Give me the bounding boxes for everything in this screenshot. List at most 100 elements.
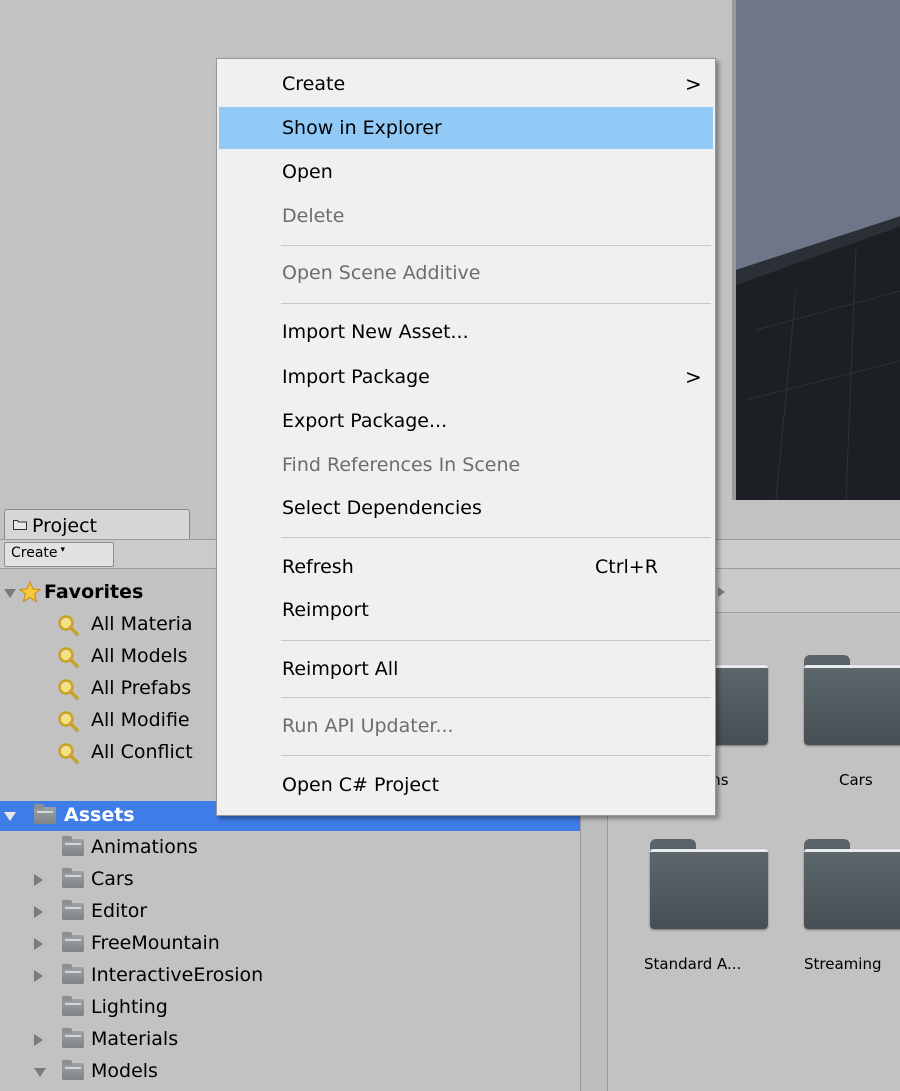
folder-icon: [62, 996, 84, 1016]
tree-item-editor[interactable]: Editor: [0, 897, 580, 927]
tree-item-label: All Conflict: [91, 741, 193, 763]
menu-item-label: Delete: [282, 205, 345, 227]
menu-item-reimport-all[interactable]: Reimport All: [219, 648, 713, 690]
tree-item-animations[interactable]: Animations: [0, 833, 580, 863]
context-menu: Create > Show in Explorer Open Delete Op…: [216, 58, 716, 816]
expand-arrow-icon[interactable]: [34, 970, 43, 982]
menu-item-label: Create: [282, 73, 346, 95]
menu-item-label: Open: [282, 161, 333, 183]
grid-folder-standard-assets[interactable]: [650, 839, 768, 929]
menu-item-find-references-in-scene: Find References In Scene: [219, 444, 713, 486]
collapse-arrow-icon[interactable]: [4, 589, 16, 598]
grid-folder-streaming[interactable]: [804, 839, 900, 929]
tree-item-models[interactable]: Models: [0, 1057, 580, 1087]
tree-item-freemountain[interactable]: FreeMountain: [0, 929, 580, 959]
folder-icon: [62, 932, 84, 952]
menu-item-refresh[interactable]: Refresh Ctrl+R: [219, 546, 713, 588]
menu-item-label: Export Package...: [282, 410, 448, 432]
menu-item-import-package[interactable]: Import Package >: [219, 356, 713, 398]
tree-item-cars[interactable]: Cars: [0, 865, 580, 895]
menu-item-label: Run API Updater...: [282, 715, 454, 737]
create-button[interactable]: Create ▾: [4, 542, 114, 567]
menu-item-open-csharp-project[interactable]: Open C# Project: [219, 764, 713, 806]
menu-item-label: Refresh: [282, 556, 354, 578]
folder-icon: [13, 520, 27, 530]
menu-separator: [281, 697, 711, 698]
expand-arrow-icon[interactable]: [34, 906, 43, 918]
menu-separator: [281, 755, 711, 756]
tree-item-label: Assets: [64, 804, 135, 826]
tree-item-label: FreeMountain: [91, 932, 220, 954]
search-icon: [58, 743, 79, 764]
menu-item-open-scene-additive: Open Scene Additive: [219, 252, 713, 294]
collapse-arrow-icon[interactable]: [34, 1068, 46, 1077]
menu-item-label: Select Dependencies: [282, 497, 482, 519]
tree-item-label: Cars: [91, 868, 134, 890]
tree-item-label: Lighting: [91, 996, 168, 1018]
menu-item-run-api-updater: Run API Updater...: [219, 705, 713, 747]
tab-project-label: Project: [32, 515, 98, 537]
create-button-label: Create: [11, 545, 58, 561]
folder-icon: [62, 1028, 84, 1048]
star-icon: [18, 580, 42, 603]
expand-arrow-icon[interactable]: [34, 938, 43, 950]
expand-arrow-icon[interactable]: [34, 1034, 43, 1046]
menu-item-label: Open Scene Additive: [282, 262, 481, 284]
tree-item-lighting[interactable]: Lighting: [0, 993, 580, 1023]
scene-view[interactable]: [732, 0, 900, 500]
menu-item-label: Reimport: [282, 599, 369, 621]
menu-item-export-package[interactable]: Export Package...: [219, 400, 713, 442]
tree-item-label: Favorites: [44, 581, 144, 603]
menu-item-import-new-asset[interactable]: Import New Asset...: [219, 311, 713, 353]
menu-item-label: Show in Explorer: [282, 117, 442, 139]
tree-item-label: All Prefabs: [91, 677, 192, 699]
tree-item-materials[interactable]: Materials: [0, 1025, 580, 1055]
search-icon: [58, 711, 79, 732]
folder-icon: [62, 1060, 84, 1080]
tree-item-label: Animations: [91, 836, 198, 858]
search-icon: [58, 647, 79, 668]
grid-folder-label: Cars: [839, 771, 873, 789]
grid-folder-cars[interactable]: [804, 655, 900, 745]
folder-icon: [62, 868, 84, 888]
menu-item-label: Import New Asset...: [282, 321, 469, 343]
search-icon: [58, 679, 79, 700]
tree-item-label: All Models: [91, 645, 188, 667]
menu-separator: [281, 537, 711, 538]
menu-item-delete: Delete: [219, 195, 713, 237]
expand-arrow-icon[interactable]: [34, 874, 43, 886]
menu-item-select-dependencies[interactable]: Select Dependencies: [219, 487, 713, 529]
collapse-arrow-icon[interactable]: [4, 812, 16, 821]
tree-item-interactiveerosion[interactable]: InteractiveErosion: [0, 961, 580, 991]
grid-folder-label: Streaming: [804, 955, 882, 973]
folder-icon: [34, 804, 56, 824]
tree-item-label: Models: [91, 1060, 158, 1082]
menu-item-label: Import Package: [282, 366, 430, 388]
submenu-arrow-icon: >: [685, 365, 702, 389]
submenu-arrow-icon: >: [685, 72, 702, 96]
search-icon: [58, 615, 79, 636]
menu-item-reimport[interactable]: Reimport: [219, 589, 713, 631]
grid-folder-label: Standard A...: [644, 955, 742, 973]
menu-separator: [281, 303, 711, 304]
menu-item-label: Open C# Project: [282, 774, 440, 796]
menu-item-label: Reimport All: [282, 658, 399, 680]
menu-item-label: Find References In Scene: [282, 454, 521, 476]
folder-icon: [62, 964, 84, 984]
tree-item-label: All Materia: [91, 613, 193, 635]
menu-item-show-in-explorer[interactable]: Show in Explorer: [219, 107, 713, 149]
tree-item-label: Materials: [91, 1028, 179, 1050]
tree-item-label: InteractiveErosion: [91, 964, 264, 986]
menu-item-create[interactable]: Create >: [219, 63, 713, 105]
menu-separator: [281, 640, 711, 641]
folder-icon: [62, 836, 84, 856]
menu-item-shortcut: Ctrl+R: [595, 556, 658, 578]
menu-item-open[interactable]: Open: [219, 151, 713, 193]
chevron-down-icon: ▾: [60, 545, 66, 555]
tree-item-label: All Modifie: [91, 709, 190, 731]
folder-icon: [62, 900, 84, 920]
chevron-right-icon: [718, 587, 725, 597]
tree-item-label: Editor: [91, 900, 148, 922]
tab-project[interactable]: Project: [4, 509, 190, 539]
menu-separator: [281, 245, 711, 246]
